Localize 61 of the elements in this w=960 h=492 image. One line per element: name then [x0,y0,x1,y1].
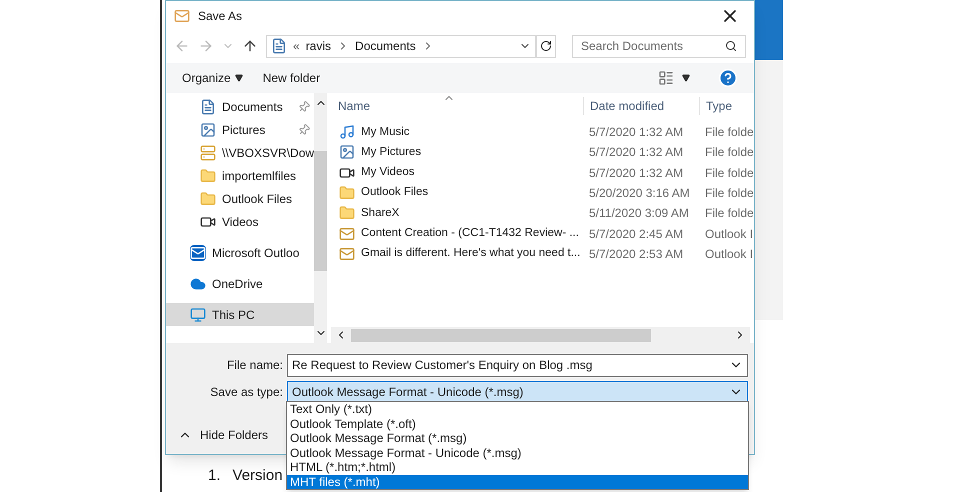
document-text: Version [232,466,283,486]
list-number: 1. [207,466,221,486]
breadcrumb[interactable]: Documents [355,37,416,55]
window-title: Save As [198,8,242,25]
file-type-option[interactable]: Outlook Template (*.oft) [287,416,748,431]
sidebar-item[interactable]: Documents [166,95,314,118]
file-row[interactable]: Outlook Files 5/20/2020 3:16 AM File folde [331,182,754,204]
type-cell-text: Outlook I [704,246,754,263]
date-cell-text: 5/7/2020 1:32 AM [588,164,684,182]
file-row[interactable]: Content Creation - (CC1-T1432 Review- ... 5/7/2020 2:45 AM Outlook I [331,223,754,244]
address-bar[interactable]: « ravis Documents [266,34,536,58]
file-type-option[interactable]: MHT files (*.mht) [287,474,748,489]
column-header[interactable]: Name [331,97,583,115]
file-type-option[interactable]: Outlook Message Format - Unicode (*.msg) [287,446,748,460]
file-row[interactable]: Gmail is different. Here's what you need t... 5/7/2020 2:53 AM Outlook I [331,244,754,264]
file-row[interactable]: My Music 5/7/2020 1:32 AM File folde [331,122,754,142]
sidebar-item[interactable]: Outlook Files [166,187,314,210]
file-type-option[interactable]: Outlook Message Format (*.msg) [287,431,748,446]
sidebar-item[interactable]: This PC [166,303,314,326]
file-name: Outlook Files [361,185,428,200]
file-name: My Music [361,124,410,140]
sidebar-item[interactable]: \\VBOXSVR\Dow [166,141,314,164]
type-cell-text: File folde [704,205,754,222]
column-header[interactable]: Type [699,97,732,115]
file-name: My Pictures [361,144,422,160]
file-name-field[interactable]: Re Request to Review Customer's Enquiry on Blog .msg [287,354,748,376]
sidebar-item[interactable]: Videos [166,210,314,233]
file-name: My Videos [361,165,414,180]
file-name: ShareX [361,206,400,221]
file-row[interactable]: My Pictures 5/7/2020 1:32 AM File folde [331,142,754,163]
type-cell-text: File folde [704,185,754,202]
sidebar-item[interactable]: importemlfiles [166,164,314,187]
breadcrumb[interactable]: ravis [306,37,332,55]
file-type-option[interactable]: Text Only (*.txt) [287,402,748,416]
field-label: File name: [226,357,283,374]
type-cell-text: Outlook I [704,226,754,243]
date-cell-text: 5/11/2020 3:09 AM [588,205,690,222]
new-folder-button[interactable]: New folder [262,69,320,87]
organize-button[interactable]: Organize [182,69,243,87]
overflow-chevron[interactable]: « [293,37,300,55]
sidebar-item[interactable]: Pictures [166,118,314,141]
save-as-type-dropdown[interactable]: Outlook Message Format - Unicode (*.msg) [287,380,748,404]
field-label: Save as type: [209,384,283,401]
hide-folders-button[interactable]: Hide Folders [178,426,268,444]
date-cell-text: 5/7/2020 2:53 AM [588,246,684,263]
file-name: Gmail is different. Here's what you need t... [361,246,580,262]
file-row[interactable]: My Videos 5/7/2020 1:32 AM File folde [331,162,754,183]
sidebar-item[interactable]: OneDrive [166,272,314,295]
file-type-option[interactable]: HTML (*.htm;*.html) [287,460,748,474]
search-field[interactable]: Search Documents [572,34,746,58]
file-row[interactable]: ShareX 5/11/2020 3:09 AM File folde [331,203,754,224]
file-name: Content Creation - (CC1-T1432 Review- ... [361,226,579,241]
sidebar-item[interactable]: Microsoft Outloo [166,241,314,264]
date-cell-text: 5/7/2020 1:32 AM [588,124,684,142]
date-cell-text: 5/7/2020 2:45 AM [588,226,684,243]
type-cell-text: File folde [704,144,754,162]
column-header[interactable]: Date modified [583,97,699,115]
type-cell-text: File folde [704,124,754,142]
date-cell-text: 5/7/2020 1:32 AM [588,144,684,162]
type-cell-text: File folde [704,164,754,182]
date-cell-text: 5/20/2020 3:16 AM [588,185,691,202]
